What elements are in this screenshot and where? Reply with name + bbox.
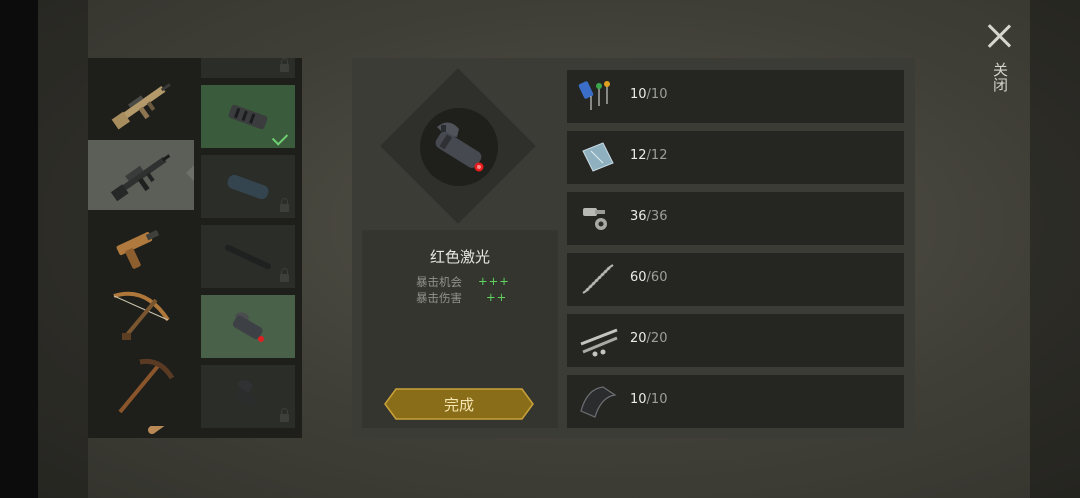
material-count: 12/12 [630, 148, 668, 163]
long-barrel-icon [225, 244, 271, 270]
close-label: 关闭 [991, 62, 1009, 92]
red-laser-icon [435, 122, 484, 172]
weapon-slot-assault-rifle[interactable] [88, 68, 194, 138]
attachment-slot-top[interactable] [201, 58, 295, 78]
lock-icon [280, 198, 289, 212]
weapon-slot-pickaxe[interactable] [88, 350, 194, 420]
background-right-shade [1030, 0, 1080, 498]
flare-pistol-icon [116, 229, 160, 269]
lock-icon [280, 408, 289, 422]
close-icon [987, 24, 1011, 48]
spring-icon [582, 264, 614, 294]
weapon-slot-melee-bat[interactable] [88, 420, 194, 438]
material-row: 36/36 [567, 192, 904, 245]
attachment-slot-suppressor[interactable] [201, 155, 295, 218]
material-row: 10/10 [567, 375, 904, 428]
stat-value: +++ [478, 274, 510, 288]
weapon-slot-m16-rifle[interactable] [88, 140, 194, 210]
stat-value: ++ [486, 290, 508, 304]
material-row: 60/60 [567, 253, 904, 306]
red-laser-icon [232, 312, 264, 342]
lock-icon [280, 58, 289, 72]
complete-button-label: 完成 [443, 396, 474, 414]
complete-button[interactable]: 完成 [384, 388, 534, 420]
material-count: 36/36 [630, 209, 668, 224]
material-count: 60/60 [630, 270, 668, 285]
pickaxe-icon [118, 358, 175, 414]
metal-rods-icon [580, 328, 618, 357]
material-count: 10/10 [630, 87, 668, 102]
item-preview [420, 108, 498, 186]
suppressor-icon [227, 174, 269, 200]
attachment-slot-red-laser[interactable] [201, 295, 295, 358]
electronics-icon [578, 81, 610, 110]
material-row: 12/12 [567, 131, 904, 184]
weapon-slot-hidden[interactable] [88, 58, 194, 68]
sheet-metal-icon [580, 386, 617, 418]
material-row: 10/10 [567, 70, 904, 123]
stat-label: 暴击机会 [416, 275, 462, 289]
material-count: 20/20 [630, 331, 668, 346]
material-row: 20/20 [567, 314, 904, 367]
assault-rifle-icon [111, 83, 171, 130]
attachment-slot-muzzle-brake[interactable] [201, 85, 295, 148]
weapon-slot-flare-pistol[interactable] [88, 210, 194, 280]
bolts-icon [583, 208, 607, 230]
background-left-shade [38, 0, 88, 498]
weapon-list[interactable] [88, 58, 194, 438]
stat-label: 暴击伤害 [416, 291, 462, 305]
crossbow-icon [113, 291, 170, 340]
equipped-check-icon [271, 129, 289, 146]
attachment-list[interactable] [194, 58, 302, 438]
attachment-slot-scope-mount[interactable] [201, 365, 295, 428]
close-button[interactable]: 关闭 [982, 20, 1016, 110]
material-count: 10/10 [630, 392, 668, 407]
glass-plate-icon [582, 142, 614, 172]
attachment-slot-long-barrel[interactable] [201, 225, 295, 288]
m16-rifle-icon [110, 154, 171, 202]
scope-mount-icon [236, 380, 257, 406]
lock-icon [280, 268, 289, 282]
weapon-slot-crossbow[interactable] [88, 280, 194, 350]
item-name: 红色激光 [429, 248, 490, 266]
muzzle-brake-icon [228, 104, 268, 130]
melee-bat-icon [148, 426, 165, 434]
screen-left-border [0, 0, 38, 498]
